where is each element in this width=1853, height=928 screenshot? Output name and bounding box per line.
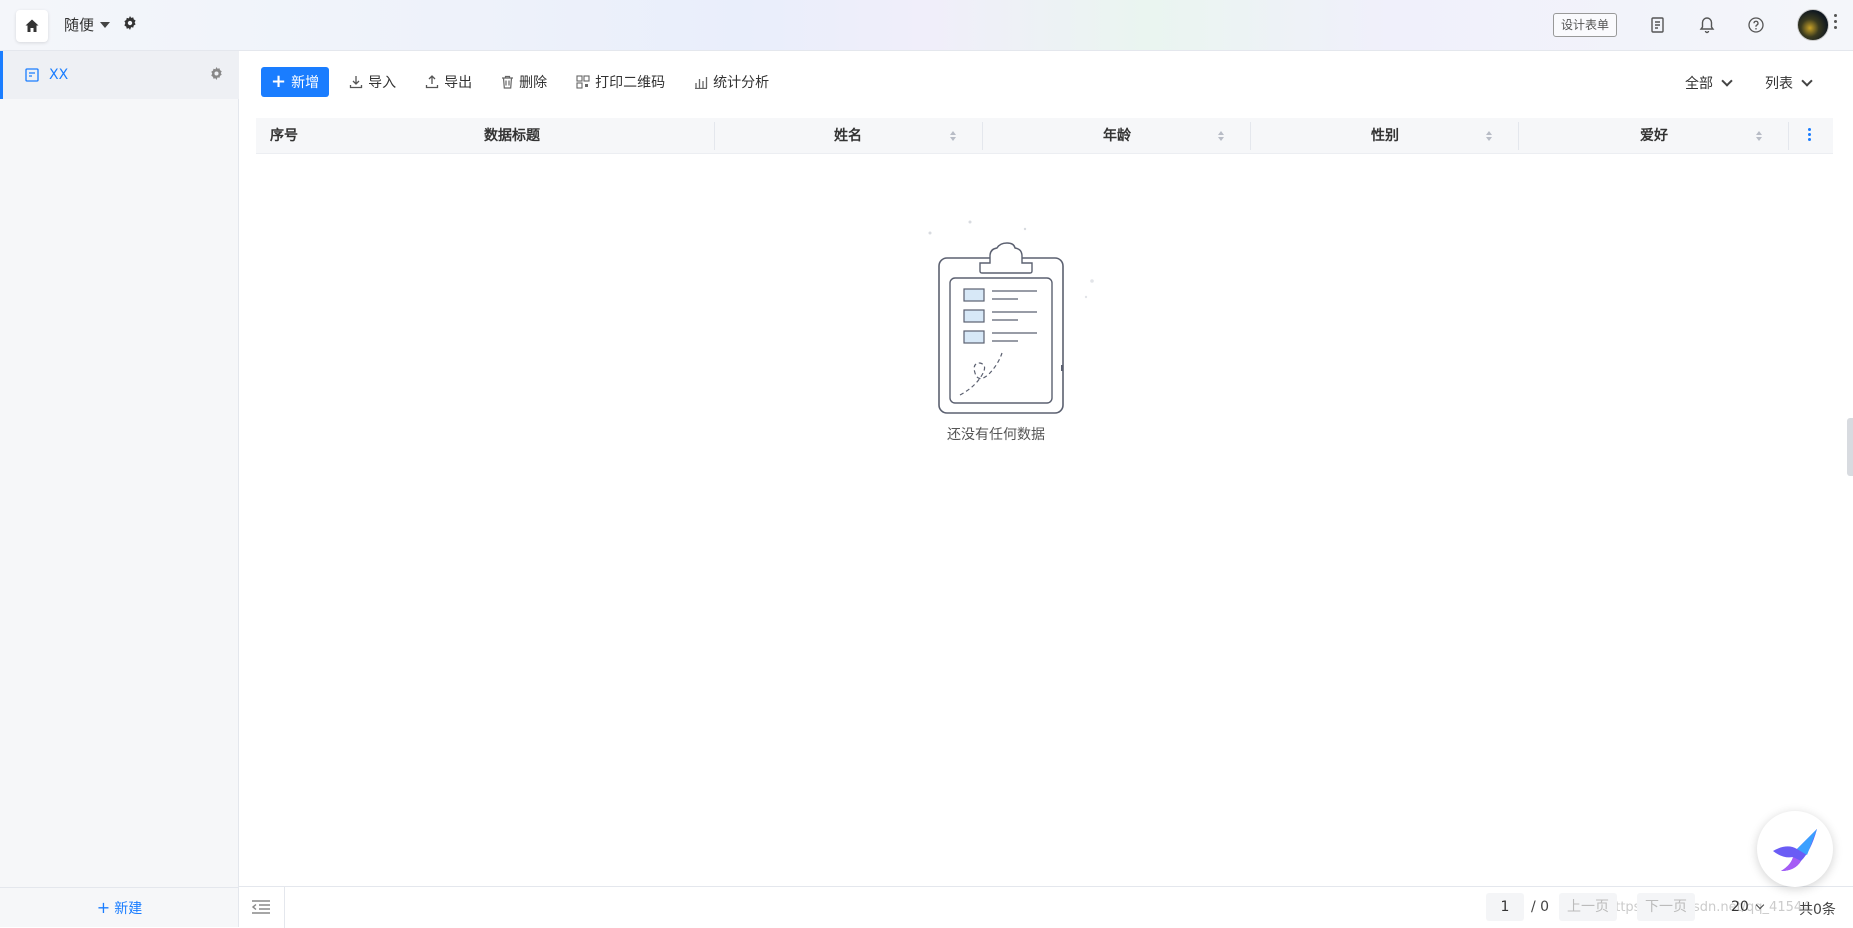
page-size-select[interactable]: 20 [1731, 899, 1765, 915]
filter-label: 全部 [1685, 76, 1713, 92]
collapse-sidebar-icon[interactable] [249, 897, 273, 917]
column-divider [714, 122, 715, 150]
statistics-button[interactable]: 统计分析 [694, 72, 769, 92]
new-form-label: 新建 [114, 900, 143, 917]
delete-button[interactable]: 删除 [501, 72, 547, 92]
chevron-down-icon [1755, 900, 1765, 909]
top-bar: 随便 设计表单 [0, 0, 1853, 51]
side-drawer-handle[interactable] [1847, 418, 1853, 476]
statistics-label: 统计分析 [713, 75, 770, 91]
delete-label: 删除 [519, 75, 548, 91]
upload-icon [425, 75, 439, 89]
home-icon [25, 19, 39, 32]
page-size-value: 20 [1731, 899, 1749, 915]
sidebar-item-xx[interactable]: XX [0, 51, 239, 99]
column-divider [1788, 122, 1789, 150]
sort-icon[interactable] [1486, 131, 1492, 141]
column-header-age[interactable]: 年龄 [1103, 118, 1131, 154]
plus-icon: + [271, 71, 287, 92]
column-divider [1250, 122, 1251, 150]
column-header-title[interactable]: 数据标题 [484, 118, 540, 154]
toolbar: + 新增 导入 导出 删除 打印二维码 统计分析 [261, 67, 798, 97]
sort-icon[interactable] [1756, 131, 1762, 141]
column-header-hobby[interactable]: 爱好 [1640, 118, 1668, 154]
download-icon [349, 76, 363, 89]
print-qr-label: 打印二维码 [595, 75, 666, 91]
import-button[interactable]: 导入 [349, 72, 396, 92]
caret-down-icon [100, 21, 111, 28]
chevron-down-icon [1801, 74, 1813, 87]
trash-icon [502, 75, 514, 89]
sort-icon[interactable] [1218, 131, 1224, 141]
column-divider [982, 122, 983, 150]
plus-icon: + [96, 898, 111, 917]
sidebar-item-label: XX [49, 67, 69, 83]
empty-state-text: 还没有任何数据 [947, 427, 1045, 443]
export-button[interactable]: 导出 [425, 72, 472, 92]
column-settings-icon[interactable] [1808, 128, 1811, 141]
page-total: / 0 [1531, 899, 1550, 915]
next-page-button[interactable]: 下一页 [1637, 893, 1695, 921]
qrcode-icon [576, 75, 590, 89]
page-number-input[interactable]: 1 [1486, 893, 1524, 921]
bell-icon[interactable] [1696, 14, 1718, 36]
add-button[interactable]: + 新增 [261, 67, 330, 97]
more-vertical-icon[interactable] [1834, 14, 1837, 29]
table-header: 序号 数据标题 姓名 年龄 性别 爱好 [256, 118, 1833, 154]
footer-divider [284, 887, 285, 928]
assistant-bird-icon[interactable] [1757, 811, 1833, 887]
prev-page-button[interactable]: 上一页 [1559, 893, 1617, 921]
filter-dropdown[interactable]: 全部 [1685, 73, 1733, 93]
sort-icon[interactable] [950, 131, 956, 141]
column-header-index: 序号 [270, 128, 298, 144]
add-label: 新增 [291, 75, 320, 91]
form-list-icon[interactable] [1647, 14, 1669, 36]
import-label: 导入 [368, 75, 397, 91]
chevron-down-icon [1721, 74, 1733, 87]
new-form-button[interactable]: + 新建 [0, 887, 239, 927]
total-count: 共0条 [1799, 902, 1836, 918]
column-header-gender[interactable]: 性别 [1371, 118, 1399, 154]
app-name-label: 随便 [64, 16, 95, 34]
column-divider [1518, 122, 1519, 150]
view-dropdown[interactable]: 列表 [1765, 73, 1813, 93]
empty-clipboard-illustration [928, 220, 1094, 414]
help-icon[interactable] [1745, 14, 1767, 36]
view-label: 列表 [1765, 76, 1793, 92]
footer-bar: https://blog.csdn.net/qq_41544 1 / 0 上一页… [239, 886, 1853, 928]
print-qr-button[interactable]: 打印二维码 [576, 72, 665, 92]
gear-icon[interactable] [123, 16, 137, 30]
sidebar: XX + 新建 [0, 51, 239, 927]
bar-chart-icon [695, 77, 708, 89]
gear-icon[interactable] [210, 67, 223, 80]
app-switcher[interactable]: 随便 [64, 14, 111, 35]
design-form-button[interactable]: 设计表单 [1553, 13, 1618, 37]
home-button[interactable] [16, 10, 48, 42]
form-icon [25, 68, 39, 82]
export-label: 导出 [444, 75, 473, 91]
avatar[interactable] [1797, 9, 1829, 41]
column-header-name[interactable]: 姓名 [834, 118, 862, 154]
